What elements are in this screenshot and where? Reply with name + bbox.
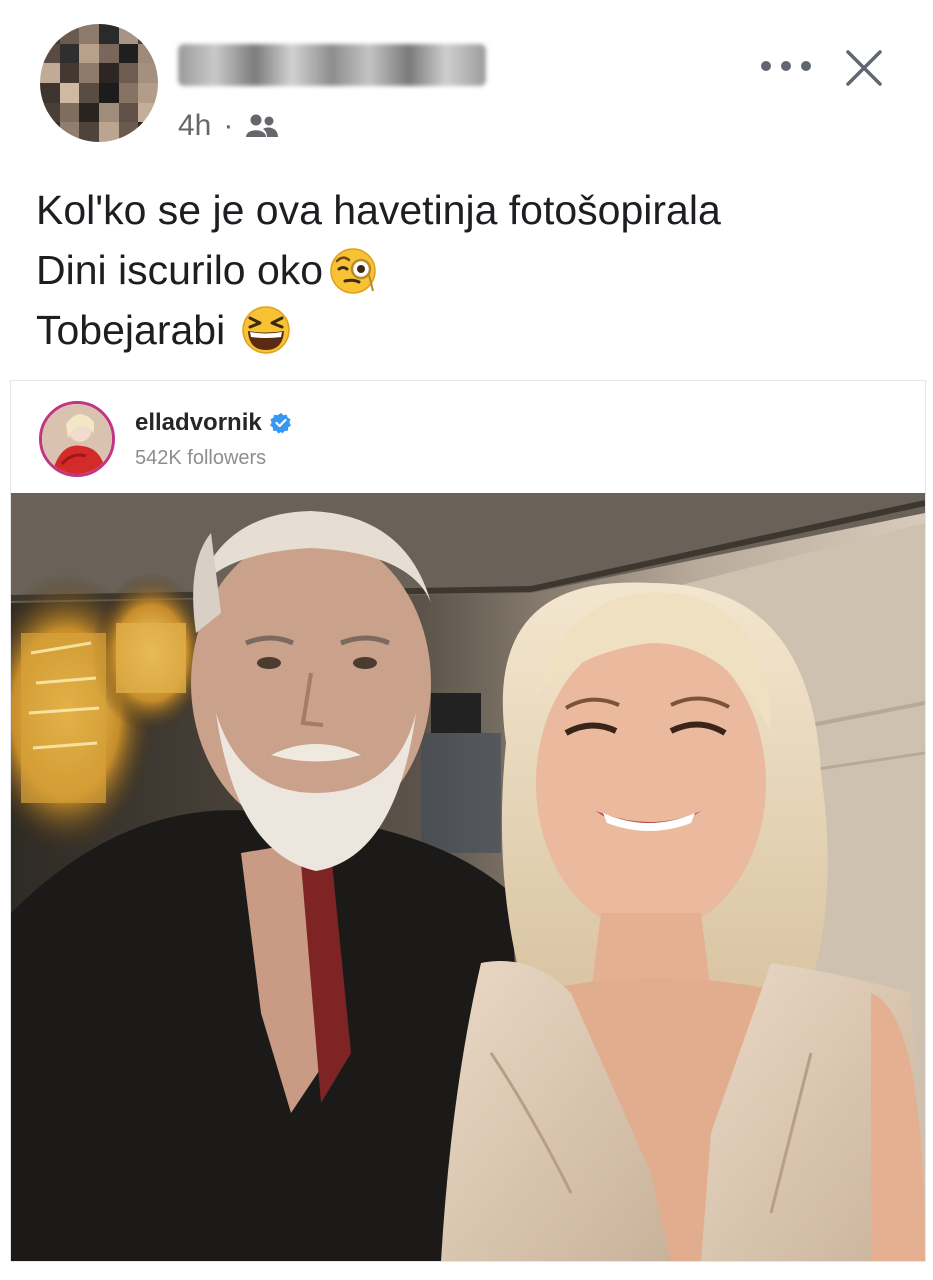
post-body: Kol'ko se je ova havetinja fotošopirala … (36, 180, 916, 360)
instagram-avatar[interactable] (39, 401, 115, 477)
post-timestamp[interactable]: 4h (178, 109, 211, 143)
more-options-button[interactable] (752, 44, 820, 88)
close-button[interactable] (836, 40, 892, 96)
more-horizontal-icon (761, 61, 811, 71)
friends-icon[interactable] (245, 113, 279, 139)
instagram-followers: 542K followers (135, 447, 267, 469)
post-text-line-1: Kol'ko se je ova havetinja fotošopirala (36, 187, 721, 233)
author-name-blurred[interactable] (178, 44, 486, 86)
shared-post-header: elladvornik 542K followers (11, 381, 925, 491)
shared-photo[interactable] (11, 493, 925, 1261)
instagram-username[interactable]: elladvornik (135, 409, 292, 437)
close-icon (846, 50, 882, 86)
post-text-line-3: Tobejarabi (36, 300, 916, 360)
verified-badge-icon (269, 413, 291, 434)
post-meta: 4h · (178, 106, 279, 146)
face-with-monocle-icon (327, 245, 383, 295)
grinning-squinting-face-icon (239, 304, 293, 356)
meta-separator: · (223, 109, 234, 142)
post-text-line-2: Dini iscurilo oko (36, 240, 916, 300)
author-avatar-blurred[interactable] (40, 24, 158, 142)
shared-post-card[interactable]: elladvornik 542K followers (10, 380, 926, 1262)
